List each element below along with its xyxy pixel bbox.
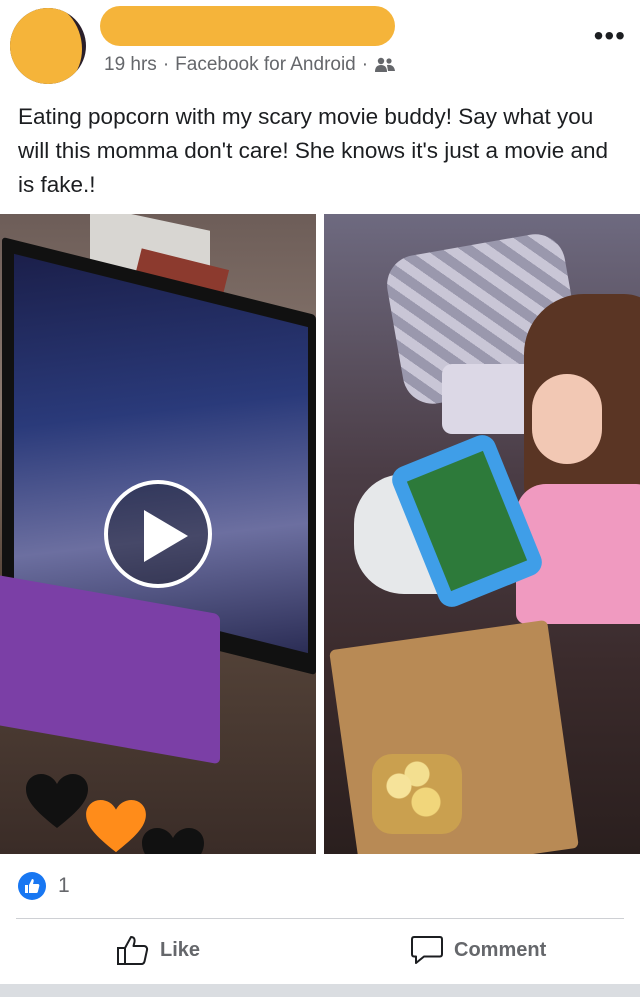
avatar[interactable] — [10, 8, 86, 84]
meta-separator-2: · — [361, 54, 369, 75]
like-button[interactable]: Like — [116, 934, 200, 966]
post-header: 19 hrs · Facebook for Android · ••• — [0, 0, 640, 90]
comment-button[interactable]: Comment — [410, 934, 546, 966]
reaction-summary[interactable]: 1 — [18, 872, 70, 900]
play-button[interactable] — [104, 480, 212, 588]
play-icon — [144, 510, 188, 562]
action-bar: Like Comment — [0, 926, 640, 980]
meta-separator: · — [162, 54, 170, 75]
heart-emoji-black-2 — [142, 828, 204, 854]
like-badge-icon — [18, 872, 46, 900]
post-meta: 19 hrs · Facebook for Android · — [104, 54, 396, 76]
heart-emoji-black-1 — [26, 774, 88, 828]
like-button-label: Like — [160, 938, 201, 961]
comment-icon — [411, 936, 443, 964]
more-icon: ••• — [593, 20, 626, 51]
more-options-button[interactable]: ••• — [594, 22, 626, 50]
heart-emoji-orange-1 — [86, 800, 146, 853]
photo-child-tablet[interactable] — [324, 214, 640, 854]
avatar-redaction — [10, 8, 82, 84]
timestamp[interactable]: 19 hrs — [104, 54, 157, 76]
author-name-redaction — [100, 6, 395, 46]
photo-detail-popcorn — [372, 754, 462, 834]
thumbs-up-icon — [117, 936, 149, 965]
feed-separator — [0, 984, 640, 997]
friends-icon — [375, 57, 396, 72]
photo-tv-video[interactable] — [0, 214, 316, 854]
post-text: Eating popcorn with my scary movie buddy… — [18, 104, 609, 197]
post-source: Facebook for Android — [175, 54, 356, 75]
photo-grid — [0, 214, 640, 854]
photo-detail-face — [532, 374, 602, 464]
comment-button-label: Comment — [454, 938, 547, 961]
action-divider — [16, 918, 624, 919]
reaction-count: 1 — [58, 874, 70, 897]
